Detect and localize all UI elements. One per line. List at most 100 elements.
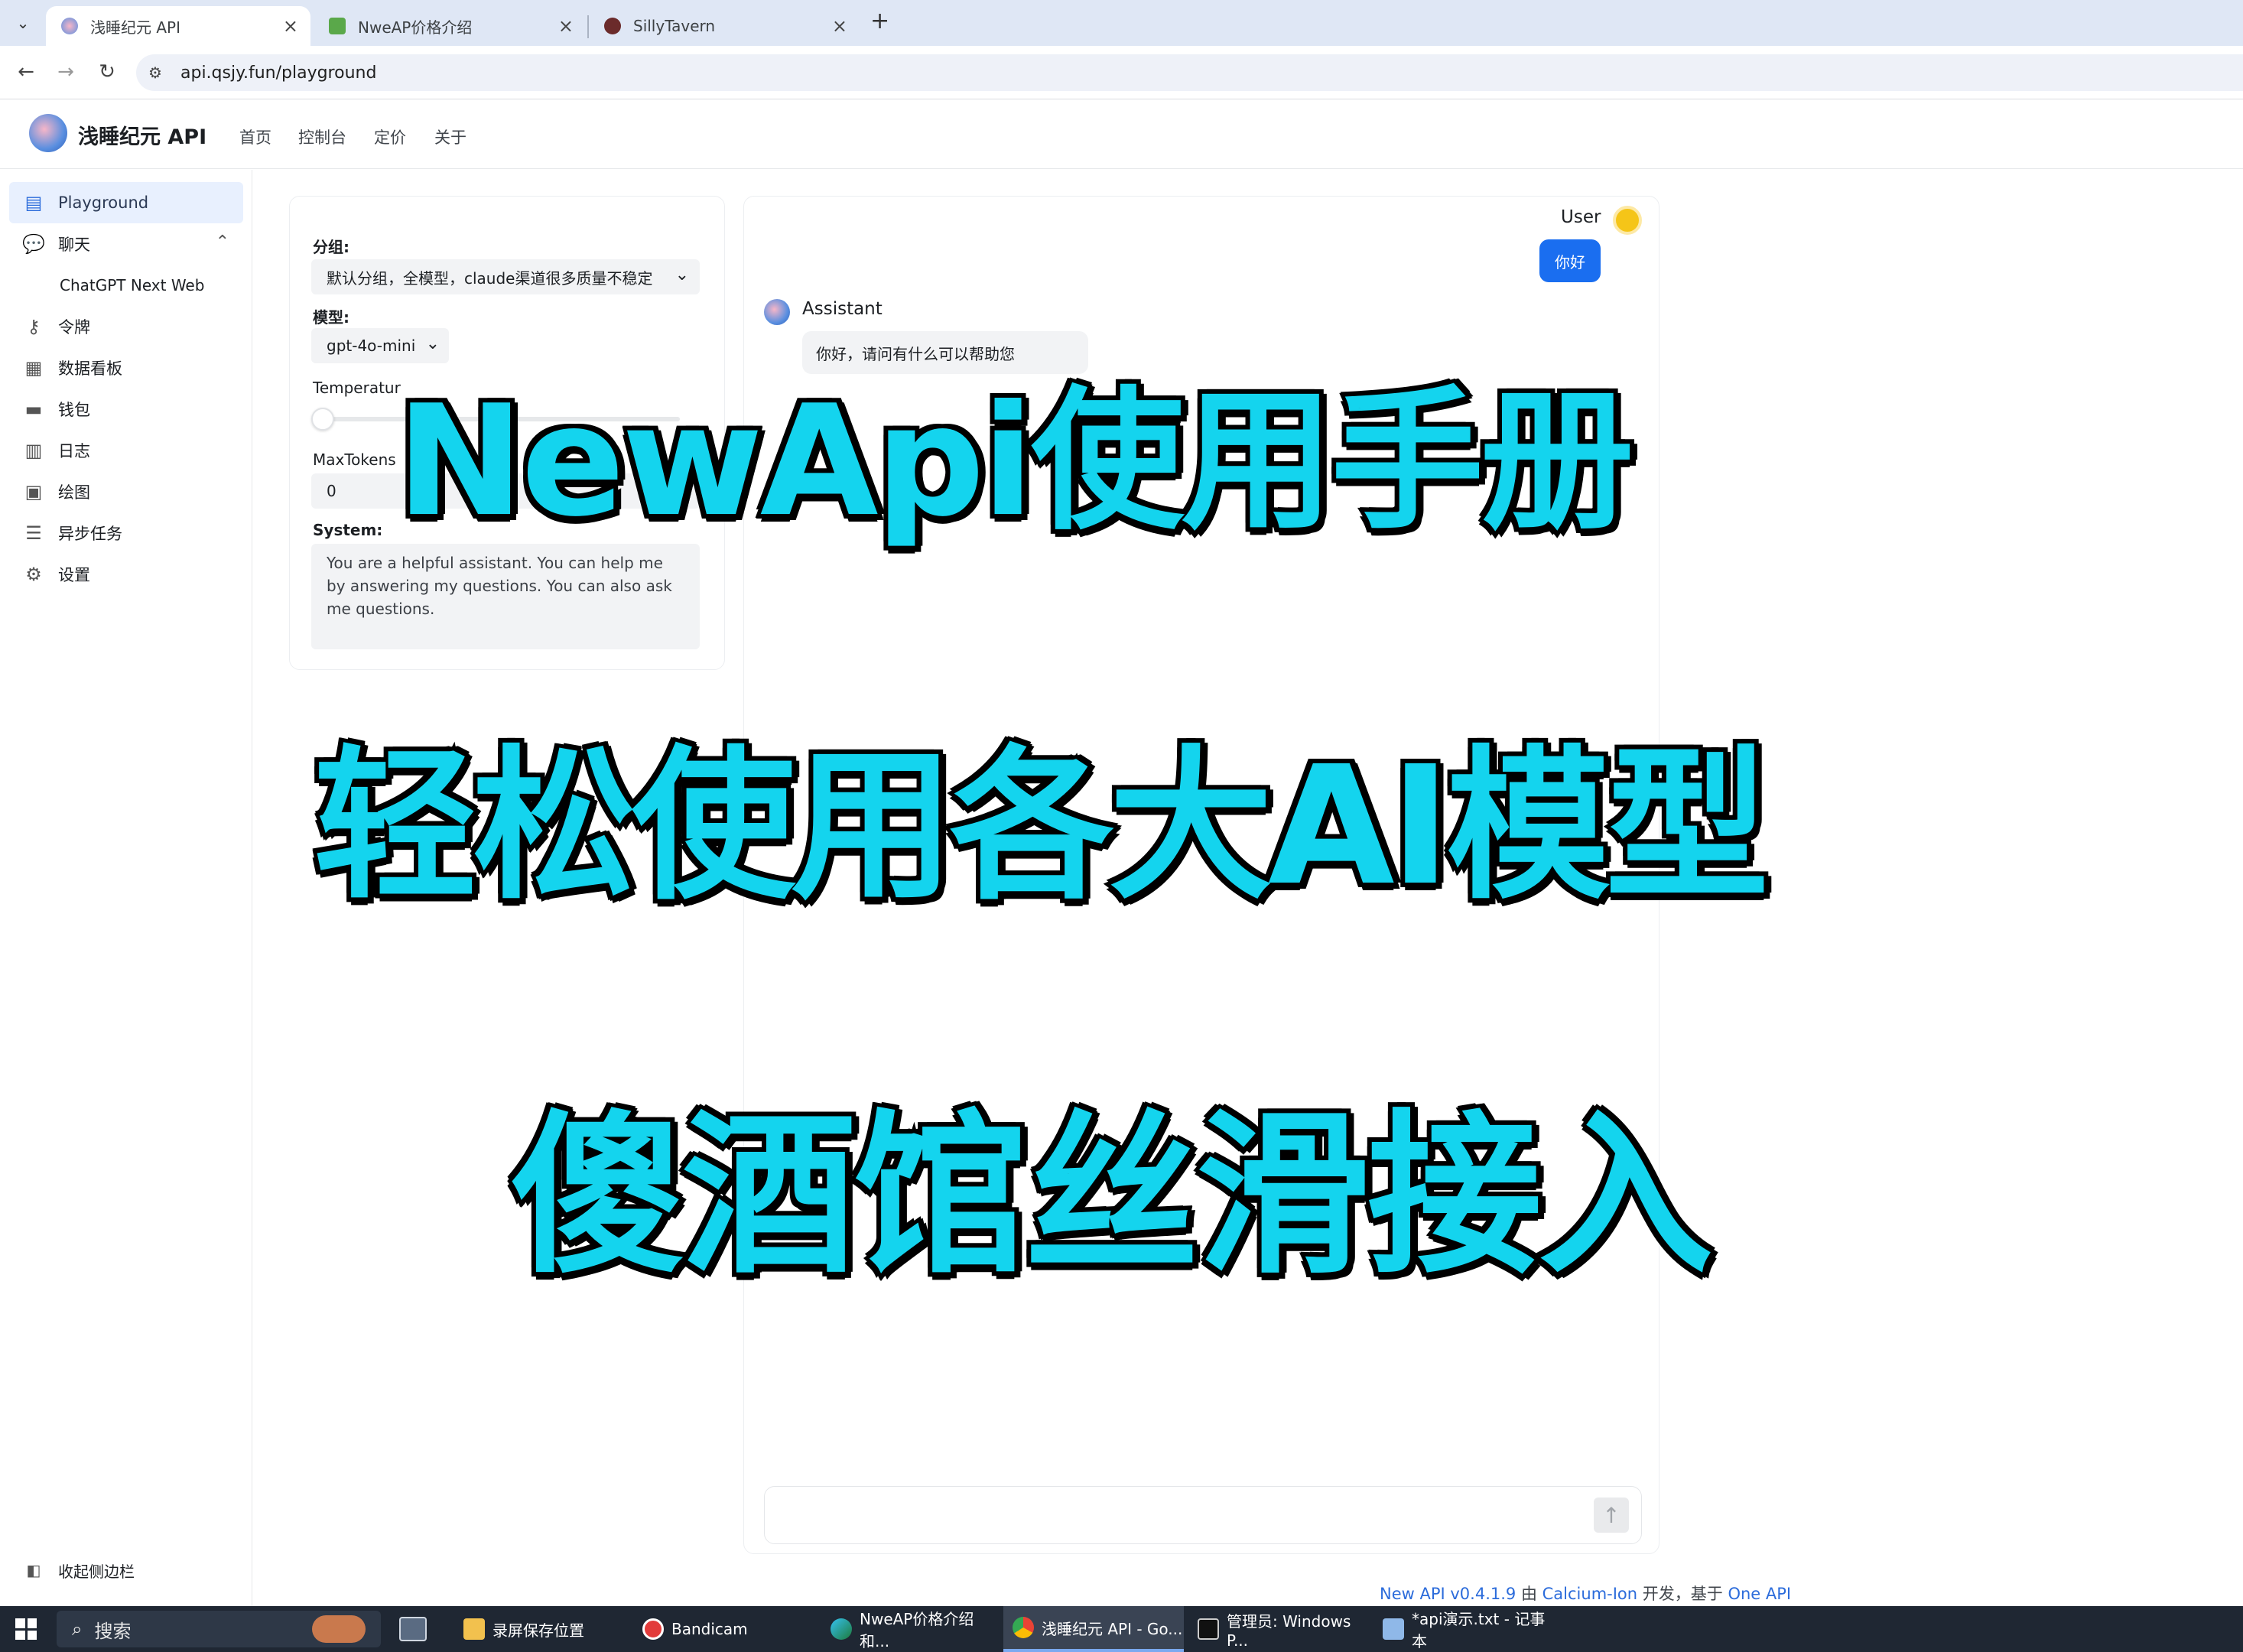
sidebar-item-chatgpt-next-web[interactable]: ChatGPT Next Web [9,265,243,306]
close-icon[interactable]: × [558,15,574,37]
tab-search-button[interactable]: ⌄ [11,11,35,35]
chevron-up-icon[interactable]: ⌃ [216,233,229,252]
tab-sillytavern[interactable]: SillyTavern × [589,6,860,46]
url-text: api.qsjy.fun/playground [180,63,377,83]
sidebar-item-label: Playground [58,193,149,212]
group-select[interactable]: 默认分组，全模型，claude渠道很多质量不稳定 ⌄ [311,259,700,294]
app-header: 浅睡纪元 API 首页 控制台 定价 关于 [0,100,2243,169]
search-highlight-icon [312,1615,366,1643]
tab-title: SillyTavern [633,17,716,35]
chat-input[interactable]: ↑ [764,1486,1642,1544]
brand-name[interactable]: 浅睡纪元 API [78,120,206,150]
taskbar-item-notepad[interactable]: *api演示.txt - 记事本 [1373,1606,1551,1652]
user-message-bubble: 你好 [1539,239,1601,282]
sidebar-item-label: 设置 [58,566,90,584]
taskbar-item-edge[interactable]: NweAP价格介绍 和... [821,1606,999,1652]
base-link[interactable]: One API [1728,1585,1791,1603]
taskbar-item-label: NweAP价格介绍 和... [860,1610,974,1650]
sillytavern-favicon-icon [604,18,621,34]
overlay-title-line3: 傻酒馆丝滑接入 [507,1090,1717,1301]
system-prompt-textarea[interactable]: You are a helpful assistant. You can hel… [311,544,700,649]
taskbar-item-label: 录屏保存位置 [492,1621,584,1640]
sidebar-item-async-tasks[interactable]: ☰ 异步任务 [9,512,243,554]
url-field[interactable]: ⚙ api.qsjy.fun/playground [136,54,2243,91]
nav-console[interactable]: 控制台 [298,125,346,148]
wallet-icon: ▬ [24,398,43,420]
temperature-slider-handle[interactable] [311,408,334,431]
taskbar-item-terminal[interactable]: 管理员: Windows P... [1188,1606,1369,1652]
sidebar-item-tokens[interactable]: ⚷ 令牌 [9,306,243,347]
tab-title: 浅睡纪元 API [90,18,180,37]
sidebar-item-label: 令牌 [58,318,90,337]
sidebar-item-label: 聊天 [58,236,90,254]
author-link[interactable]: Calcium-Ion [1542,1585,1637,1603]
bar-chart-icon: ▥ [24,440,43,461]
forward-arrow-icon[interactable]: → [50,57,81,87]
sidebar-item-drawing[interactable]: ▣ 绘图 [9,471,243,512]
maxtokens-value: 0 [327,482,336,500]
model-label: 模型: [313,308,349,327]
sidebar-item-playground[interactable]: ▤ Playground [9,182,243,223]
cactus-favicon-icon [329,18,346,34]
user-name: User [1561,207,1601,227]
sidebar-item-dashboard[interactable]: ▦ 数据看板 [9,347,243,389]
brand-logo-icon[interactable] [29,114,67,152]
footer-dev: 开发，基于 [1637,1585,1728,1603]
collapse-sidebar-button[interactable]: ◧ 收起侧边栏 [9,1550,243,1591]
nav-home[interactable]: 首页 [239,125,271,148]
taskbar-item-bandicam[interactable]: Bandicam [633,1606,812,1652]
maxtokens-label: MaxTokens [313,450,396,469]
back-arrow-icon[interactable]: ← [11,57,41,87]
overlay-title-line2: 轻松使用各大AI模型 [310,727,1773,925]
tab-qsjy-api[interactable]: 浅睡纪元 API × [46,6,310,46]
key-icon: ⚷ [27,316,41,337]
reload-icon[interactable]: ↻ [92,57,122,87]
group-label: 分组: [313,238,349,256]
sidebar-item-label: 数据看板 [58,359,122,378]
sidebar-item-label: 日志 [58,442,90,460]
site-info-icon[interactable]: ⚙ [148,63,162,82]
sidebar-toggle-icon: ◧ [26,1561,41,1579]
taskbar-item-chrome[interactable]: 浅睡纪元 API - Go... [1003,1606,1184,1652]
sidebar-item-settings[interactable]: ⚙ 设置 [9,554,243,595]
sidebar-item-chat[interactable]: 💬 聊天 ⌃ [9,223,243,265]
new-tab-button[interactable]: + [870,8,889,34]
user-avatar-icon [1613,206,1642,235]
taskbar-item-folder[interactable]: 录屏保存位置 [454,1606,624,1652]
sidebar-item-logs[interactable]: ▥ 日志 [9,430,243,471]
nav-pricing[interactable]: 定价 [374,125,406,148]
sidebar-item-wallet[interactable]: ▬ 钱包 [9,389,243,430]
sidebar: ▤ Playground 💬 聊天 ⌃ ChatGPT Next Web ⚷ 令… [0,170,252,1606]
sidebar-item-label: 绘图 [58,483,90,502]
search-icon: ⌕ [72,1618,83,1640]
edge-icon [831,1618,852,1640]
browser-tab-strip: ⌄ 浅睡纪元 API × NweAP价格介绍 × SillyTavern × + [0,0,2243,46]
chat-square-icon: ▤ [24,192,43,213]
folder-icon [463,1618,485,1640]
windows-start-icon[interactable] [15,1618,37,1640]
footer-by: 由 [1516,1585,1542,1603]
nav-about[interactable]: 关于 [434,125,466,148]
task-list-icon: ☰ [25,522,42,544]
task-view-icon[interactable] [399,1617,427,1641]
taskbar-search[interactable]: ⌕ 搜索 [57,1611,381,1647]
sidebar-item-label: 异步任务 [58,525,122,543]
assistant-avatar-icon [764,299,790,325]
close-icon[interactable]: × [832,15,847,37]
system-label: System: [313,521,383,539]
sidebar-item-label: ChatGPT Next Web [60,276,205,294]
taskbar-item-label: 管理员: Windows P... [1227,1611,1351,1650]
close-icon[interactable]: × [283,15,298,37]
taskbar-item-label: *api演示.txt - 记事本 [1412,1610,1546,1650]
send-arrow-icon[interactable]: ↑ [1594,1498,1629,1533]
tab-nweap-price[interactable]: NweAP价格介绍 × [314,6,586,46]
overlay-title-line1: NewApi使用手册 [392,369,1637,554]
tab-title: NweAP价格介绍 [358,18,473,37]
taskbar-item-label: 浅睡纪元 API - Go... [1042,1619,1183,1638]
taskbar-search-label: 搜索 [94,1620,132,1642]
chat-bubble-icon: 💬 [22,233,45,255]
windows-taskbar: ⌕ 搜索 录屏保存位置 Bandicam NweAP价格介绍 和... 浅睡纪元… [0,1606,2243,1652]
version-link[interactable]: New API v0.4.1.9 [1380,1585,1516,1603]
gear-icon: ⚙ [25,564,42,585]
terminal-icon [1198,1618,1219,1640]
